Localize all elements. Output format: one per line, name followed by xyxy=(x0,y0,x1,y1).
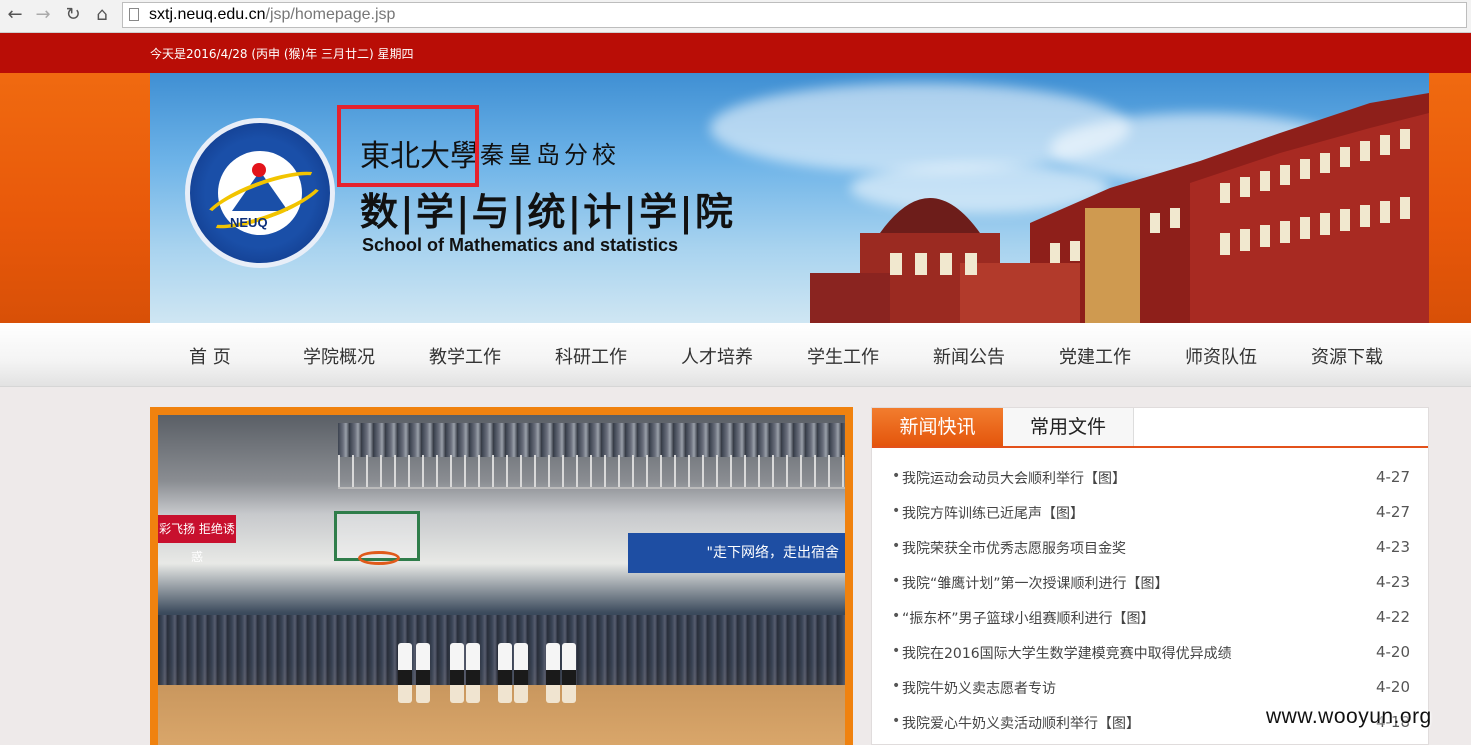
bullet-icon: • xyxy=(892,503,901,519)
bullet-icon: • xyxy=(892,608,901,624)
news-date: 4-23 xyxy=(1375,538,1410,556)
nav-item-home[interactable]: 首 页 xyxy=(189,343,231,369)
site-banner: NEUQ 東北大學 秦皇岛分校 数|学|与|统|计|学|院 School of … xyxy=(150,73,1429,323)
bullet-icon: • xyxy=(892,573,901,589)
news-date: 4-20 xyxy=(1375,643,1410,661)
url-text: sxtj.neuq.edu.cn/jsp/homepage.jsp xyxy=(149,6,395,24)
bullet-icon: • xyxy=(892,713,901,729)
url-path: /jsp/homepage.jsp xyxy=(265,6,396,23)
news-item[interactable]: • 我院在2016国际大学生数学建模竞赛中取得优异成绩 4-20 xyxy=(892,635,1410,670)
news-item[interactable]: • 我院运动会动员大会顺利举行【图】 4-27 xyxy=(892,460,1410,495)
news-title[interactable]: 我院荣获全市优秀志愿服务项目金奖 xyxy=(902,538,1126,558)
news-title[interactable]: 我院运动会动员大会顺利举行【图】 xyxy=(902,468,1126,488)
nav-item-students[interactable]: 学生工作 xyxy=(807,343,879,369)
nav-item-news[interactable]: 新闻公告 xyxy=(933,343,1005,369)
news-title[interactable]: 我院“雏鹰计划”第一次授课顺利进行【图】 xyxy=(902,573,1169,593)
nav-item-talent[interactable]: 人才培养 xyxy=(681,343,753,369)
news-item[interactable]: • “振东杯”男子篮球小组赛顺利进行【图】 4-22 xyxy=(892,600,1410,635)
logo-sun-icon xyxy=(252,163,266,177)
campus-building-image xyxy=(810,93,1429,323)
balcony-railing xyxy=(338,455,845,489)
news-date: 4-23 xyxy=(1375,573,1410,591)
address-bar[interactable]: sxtj.neuq.edu.cn/jsp/homepage.jsp xyxy=(122,2,1467,28)
highlight-box xyxy=(337,105,479,187)
nav-item-research[interactable]: 科研工作 xyxy=(555,343,627,369)
cheerleader xyxy=(450,643,464,703)
nav-item-overview[interactable]: 学院概况 xyxy=(303,343,375,369)
tab-news-flash[interactable]: 新闻快讯 xyxy=(872,408,1003,446)
school-title-cn: 数|学|与|统|计|学|院 xyxy=(360,189,735,234)
news-date: 4-22 xyxy=(1375,608,1410,626)
cheerleader xyxy=(416,643,430,703)
featured-photo[interactable]: 彩飞扬 拒绝诱惑 "走下网络，走出宿舍 xyxy=(150,407,853,745)
news-title[interactable]: 我院牛奶义卖志愿者专访 xyxy=(902,678,1056,698)
reload-icon[interactable]: ↻ xyxy=(62,4,84,26)
upper-crowd xyxy=(338,423,845,457)
basketball-hoop xyxy=(358,551,400,565)
bullet-icon: • xyxy=(892,538,901,554)
news-tabs: 新闻快讯 常用文件 xyxy=(872,408,1428,448)
bullet-icon: • xyxy=(892,643,901,659)
cheerleader xyxy=(562,643,576,703)
forward-arrow-icon[interactable]: → xyxy=(32,4,54,26)
news-title[interactable]: 我院在2016国际大学生数学建模竞赛中取得优异成绩 xyxy=(902,643,1232,663)
red-banner: 彩飞扬 拒绝诱惑 xyxy=(158,515,236,564)
watermark: www.wooyun.org xyxy=(1266,705,1432,728)
news-date: 4-27 xyxy=(1375,468,1410,486)
news-item[interactable]: • 我院荣获全市优秀志愿服务项目金奖 4-23 xyxy=(892,530,1410,565)
bullet-icon: • xyxy=(892,678,901,694)
news-date: 4-20 xyxy=(1375,678,1410,696)
url-host: sxtj.neuq.edu.cn xyxy=(149,6,266,23)
school-title-en: School of Mathematics and statistics xyxy=(362,235,679,255)
back-arrow-icon[interactable]: ← xyxy=(4,4,26,26)
news-item[interactable]: • 我院牛奶义卖志愿者专访 4-20 xyxy=(892,670,1410,705)
main-nav: 首 页 学院概况 教学工作 科研工作 人才培养 学生工作 新闻公告 党建工作 师… xyxy=(0,323,1471,387)
nav-item-faculty[interactable]: 师资队伍 xyxy=(1185,343,1257,369)
cheerleader xyxy=(398,643,412,703)
cheerleader xyxy=(514,643,528,703)
campus-name: 秦皇岛分校 xyxy=(480,141,620,169)
nav-item-party[interactable]: 党建工作 xyxy=(1059,343,1131,369)
cheerleader xyxy=(498,643,512,703)
nav-item-teaching[interactable]: 教学工作 xyxy=(429,343,501,369)
cheerleader xyxy=(546,643,560,703)
gym-photo: 彩飞扬 拒绝诱惑 "走下网络，走出宿舍 xyxy=(158,415,845,745)
news-title[interactable]: 我院爱心牛奶义卖活动顺利举行【图】 xyxy=(902,713,1140,733)
top-date-bar: 今天是2016/4/28 (丙申 (猴)年 三月廿二) 星期四 xyxy=(0,33,1471,73)
nav-item-downloads[interactable]: 资源下载 xyxy=(1311,343,1383,369)
page-icon xyxy=(129,8,139,21)
blue-banner: "走下网络，走出宿舍 xyxy=(628,533,845,573)
tab-common-files[interactable]: 常用文件 xyxy=(1003,408,1134,446)
news-title[interactable]: 我院方阵训练已近尾声【图】 xyxy=(902,503,1084,523)
news-panel: 新闻快讯 常用文件 • 我院运动会动员大会顺利举行【图】 4-27 • 我院方阵训练已… xyxy=(871,407,1429,745)
news-item[interactable]: • 我院“雏鹰计划”第一次授课顺利进行【图】 4-23 xyxy=(892,565,1410,600)
cheerleader xyxy=(466,643,480,703)
news-date: 4-27 xyxy=(1375,503,1410,521)
news-title[interactable]: “振东杯”男子篮球小组赛顺利进行【图】 xyxy=(902,608,1155,628)
date-text: 今天是2016/4/28 (丙申 (猴)年 三月廿二) 星期四 xyxy=(150,47,414,61)
logo-text: NEUQ xyxy=(230,215,268,230)
home-icon[interactable]: ⌂ xyxy=(91,4,113,26)
news-item[interactable]: • 我院方阵训练已近尾声【图】 4-27 xyxy=(892,495,1410,530)
school-logo: NEUQ xyxy=(185,118,335,268)
bullet-icon: • xyxy=(892,468,901,484)
browser-toolbar: ← → ↻ ⌂ sxtj.neuq.edu.cn/jsp/homepage.js… xyxy=(0,0,1471,33)
